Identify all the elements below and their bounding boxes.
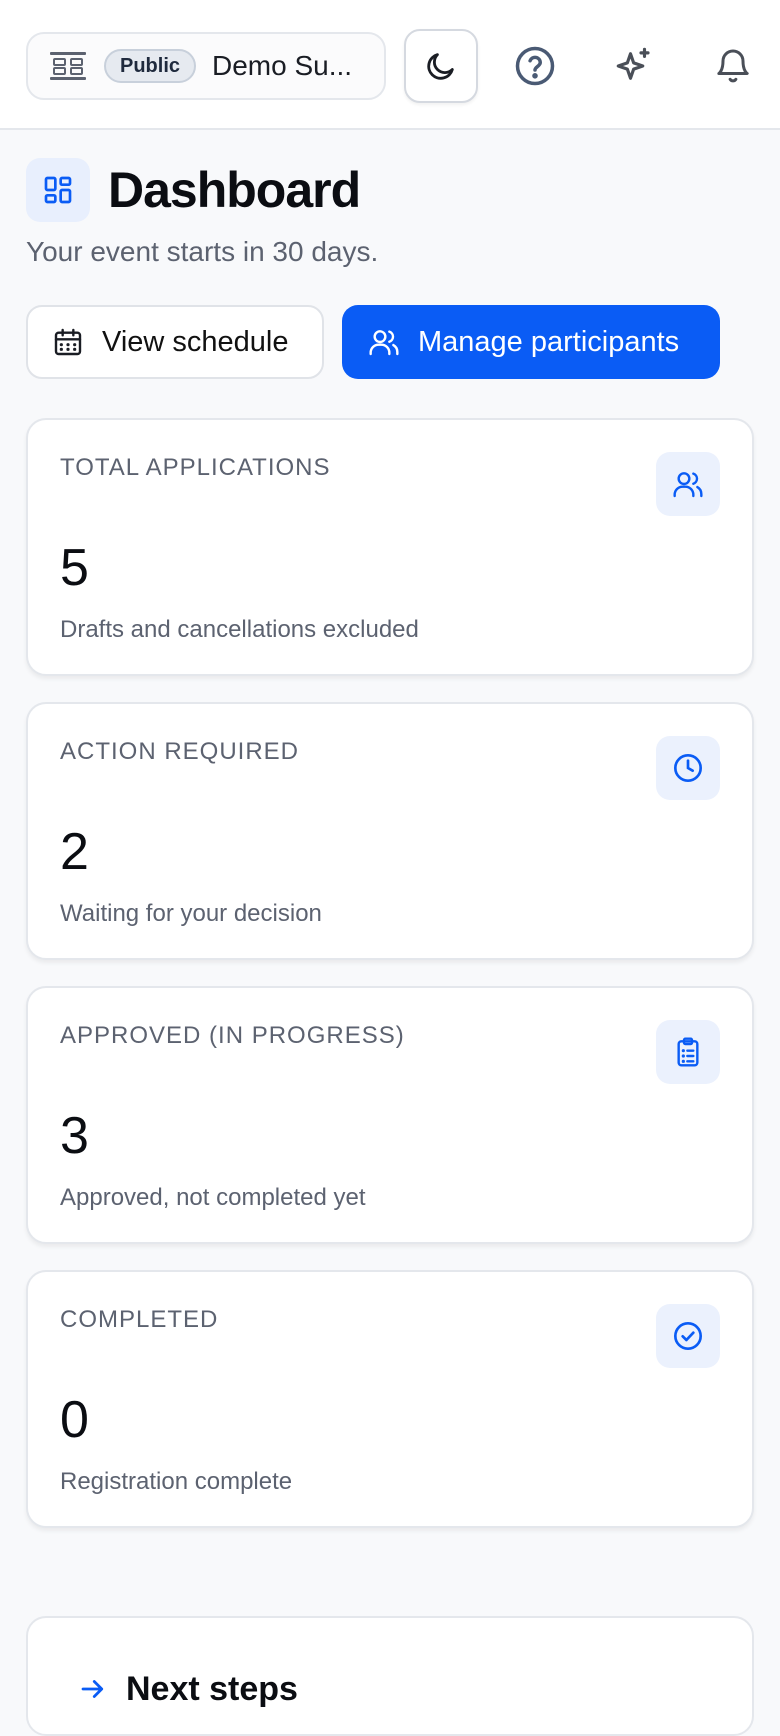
help-circle-icon <box>515 46 555 86</box>
moon-icon <box>427 53 454 80</box>
stat-description: Registration complete <box>60 1468 293 1495</box>
page-subtitle: Your event starts in 30 days. <box>26 236 379 267</box>
manage-participants-button[interactable]: Manage participants <box>342 305 720 379</box>
users-icon <box>656 452 720 516</box>
stat-label: COMPLETED <box>60 1306 219 1333</box>
manage-participants-label: Manage participants <box>418 325 680 358</box>
calendar-icon <box>54 328 82 356</box>
sparkles-icon <box>616 47 650 80</box>
clock-icon <box>656 736 720 800</box>
top-bar: Public Demo Su... <box>0 0 780 130</box>
ai-assistant-button[interactable] <box>612 44 656 88</box>
stat-description: Waiting for your decision <box>60 900 322 927</box>
stat-card-total-applications: TOTAL APPLICATIONS 5 Drafts and cancella… <box>26 418 754 676</box>
stat-description: Approved, not completed yet <box>60 1184 366 1211</box>
stat-label: APPROVED (IN PROGRESS) <box>60 1022 405 1049</box>
view-schedule-button[interactable]: View schedule <box>26 305 324 379</box>
theme-toggle-button[interactable] <box>404 29 478 103</box>
next-steps-card: Next steps <box>26 1616 754 1736</box>
bell-icon <box>717 49 749 83</box>
event-name: Demo Su... <box>212 50 353 81</box>
clipboard-list-icon <box>656 1020 720 1084</box>
help-button[interactable] <box>513 44 557 88</box>
stat-value: 2 <box>60 823 89 881</box>
next-steps-title: Next steps <box>126 1670 298 1708</box>
stat-card-approved-in-progress: APPROVED (IN PROGRESS) 3 Approved, not c… <box>26 986 754 1244</box>
event-grid-icon <box>48 49 88 83</box>
users-icon <box>369 330 399 356</box>
check-circle-icon <box>656 1304 720 1368</box>
stat-value: 5 <box>60 539 89 597</box>
visibility-badge: Public <box>104 49 197 83</box>
stat-label: ACTION REQUIRED <box>60 738 300 765</box>
stat-label: TOTAL APPLICATIONS <box>60 454 331 481</box>
stat-value: 3 <box>60 1107 89 1165</box>
stat-description: Drafts and cancellations excluded <box>60 616 419 643</box>
view-schedule-label: View schedule <box>102 325 289 358</box>
event-selector[interactable]: Public Demo Su... <box>26 32 386 100</box>
stat-value: 0 <box>60 1391 89 1449</box>
stat-card-completed: COMPLETED 0 Registration complete <box>26 1270 754 1528</box>
page-title: Dashboard <box>108 162 361 218</box>
dashboard-icon <box>26 158 90 222</box>
stat-card-action-required: ACTION REQUIRED 2 Waiting for your decis… <box>26 702 754 960</box>
notifications-button[interactable] <box>711 44 755 88</box>
arrow-right-icon <box>81 1680 104 1698</box>
